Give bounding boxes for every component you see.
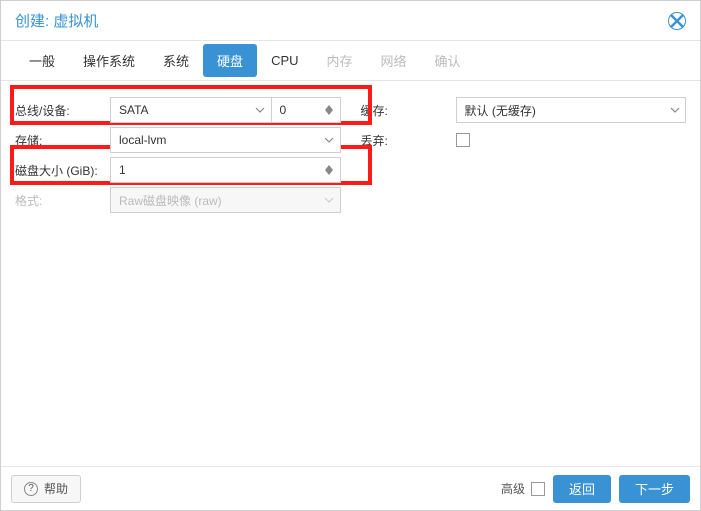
chevron-down-icon	[318, 128, 340, 152]
row-format: 格式: Raw磁盘映像 (raw)	[15, 185, 341, 215]
close-button[interactable]	[668, 12, 686, 30]
left-column: 总线/设备: SATA 0	[15, 95, 341, 215]
chevron-down-icon	[663, 98, 685, 122]
device-value: 0	[272, 103, 318, 117]
advanced-toggle[interactable]: 高级	[501, 480, 545, 497]
row-disk-size: 磁盘大小 (GiB): 1	[15, 155, 341, 185]
bus-device-label: 总线/设备:	[15, 102, 110, 119]
help-button[interactable]: ? 帮助	[11, 475, 81, 503]
chevron-down-icon	[318, 188, 340, 212]
bus-value: SATA	[111, 103, 249, 117]
row-cache: 缓存: 默认 (无缓存)	[361, 95, 687, 125]
disk-size-value: 1	[111, 163, 318, 177]
tab-memory: 内存	[313, 44, 367, 77]
disk-size-label: 磁盘大小 (GiB):	[15, 162, 110, 179]
wizard-tabs: 一般 操作系统 系统 硬盘 CPU 内存 网络 确认	[1, 41, 700, 81]
tab-os[interactable]: 操作系统	[69, 44, 149, 77]
advanced-label: 高级	[501, 480, 525, 497]
tab-disk[interactable]: 硬盘	[203, 44, 257, 77]
create-vm-dialog: 创建: 虚拟机 一般 操作系统 系统 硬盘 CPU 内存 网络 确认 总线/设备…	[0, 0, 701, 511]
spinner-icon	[318, 98, 340, 122]
discard-label: 丢弃:	[361, 132, 456, 149]
row-bus-device: 总线/设备: SATA 0	[15, 95, 341, 125]
tab-general[interactable]: 一般	[15, 44, 69, 77]
tab-network: 网络	[367, 44, 421, 77]
row-storage: 存储: local-lvm	[15, 125, 341, 155]
discard-checkbox[interactable]	[456, 133, 470, 147]
help-icon: ?	[24, 482, 38, 496]
storage-label: 存储:	[15, 132, 110, 149]
format-value: Raw磁盘映像 (raw)	[111, 192, 318, 209]
disk-size-field[interactable]: 1	[110, 157, 341, 183]
tab-confirm: 确认	[421, 44, 475, 77]
spinner-icon	[318, 158, 340, 182]
chevron-down-icon	[249, 98, 271, 122]
storage-value: local-lvm	[111, 133, 318, 147]
device-number-field[interactable]: 0	[271, 97, 341, 123]
bus-select[interactable]: SATA	[110, 97, 271, 123]
tab-system[interactable]: 系统	[149, 44, 203, 77]
format-select: Raw磁盘映像 (raw)	[110, 187, 341, 213]
dialog-title: 创建: 虚拟机	[15, 10, 98, 31]
row-discard: 丢弃:	[361, 125, 687, 155]
cache-select[interactable]: 默认 (无缓存)	[456, 97, 687, 123]
content-area: 总线/设备: SATA 0	[1, 81, 700, 466]
format-label: 格式:	[15, 192, 110, 209]
advanced-checkbox[interactable]	[531, 482, 545, 496]
cache-value: 默认 (无缓存)	[457, 102, 664, 119]
cache-label: 缓存:	[361, 102, 456, 119]
back-button[interactable]: 返回	[553, 475, 611, 503]
titlebar: 创建: 虚拟机	[1, 1, 700, 41]
right-column: 缓存: 默认 (无缓存) 丢弃:	[361, 95, 687, 215]
footer: ? 帮助 高级 返回 下一步	[1, 466, 700, 510]
next-button[interactable]: 下一步	[619, 475, 690, 503]
tab-cpu[interactable]: CPU	[257, 46, 312, 75]
help-label: 帮助	[44, 480, 68, 497]
close-icon	[669, 13, 685, 29]
storage-select[interactable]: local-lvm	[110, 127, 341, 153]
